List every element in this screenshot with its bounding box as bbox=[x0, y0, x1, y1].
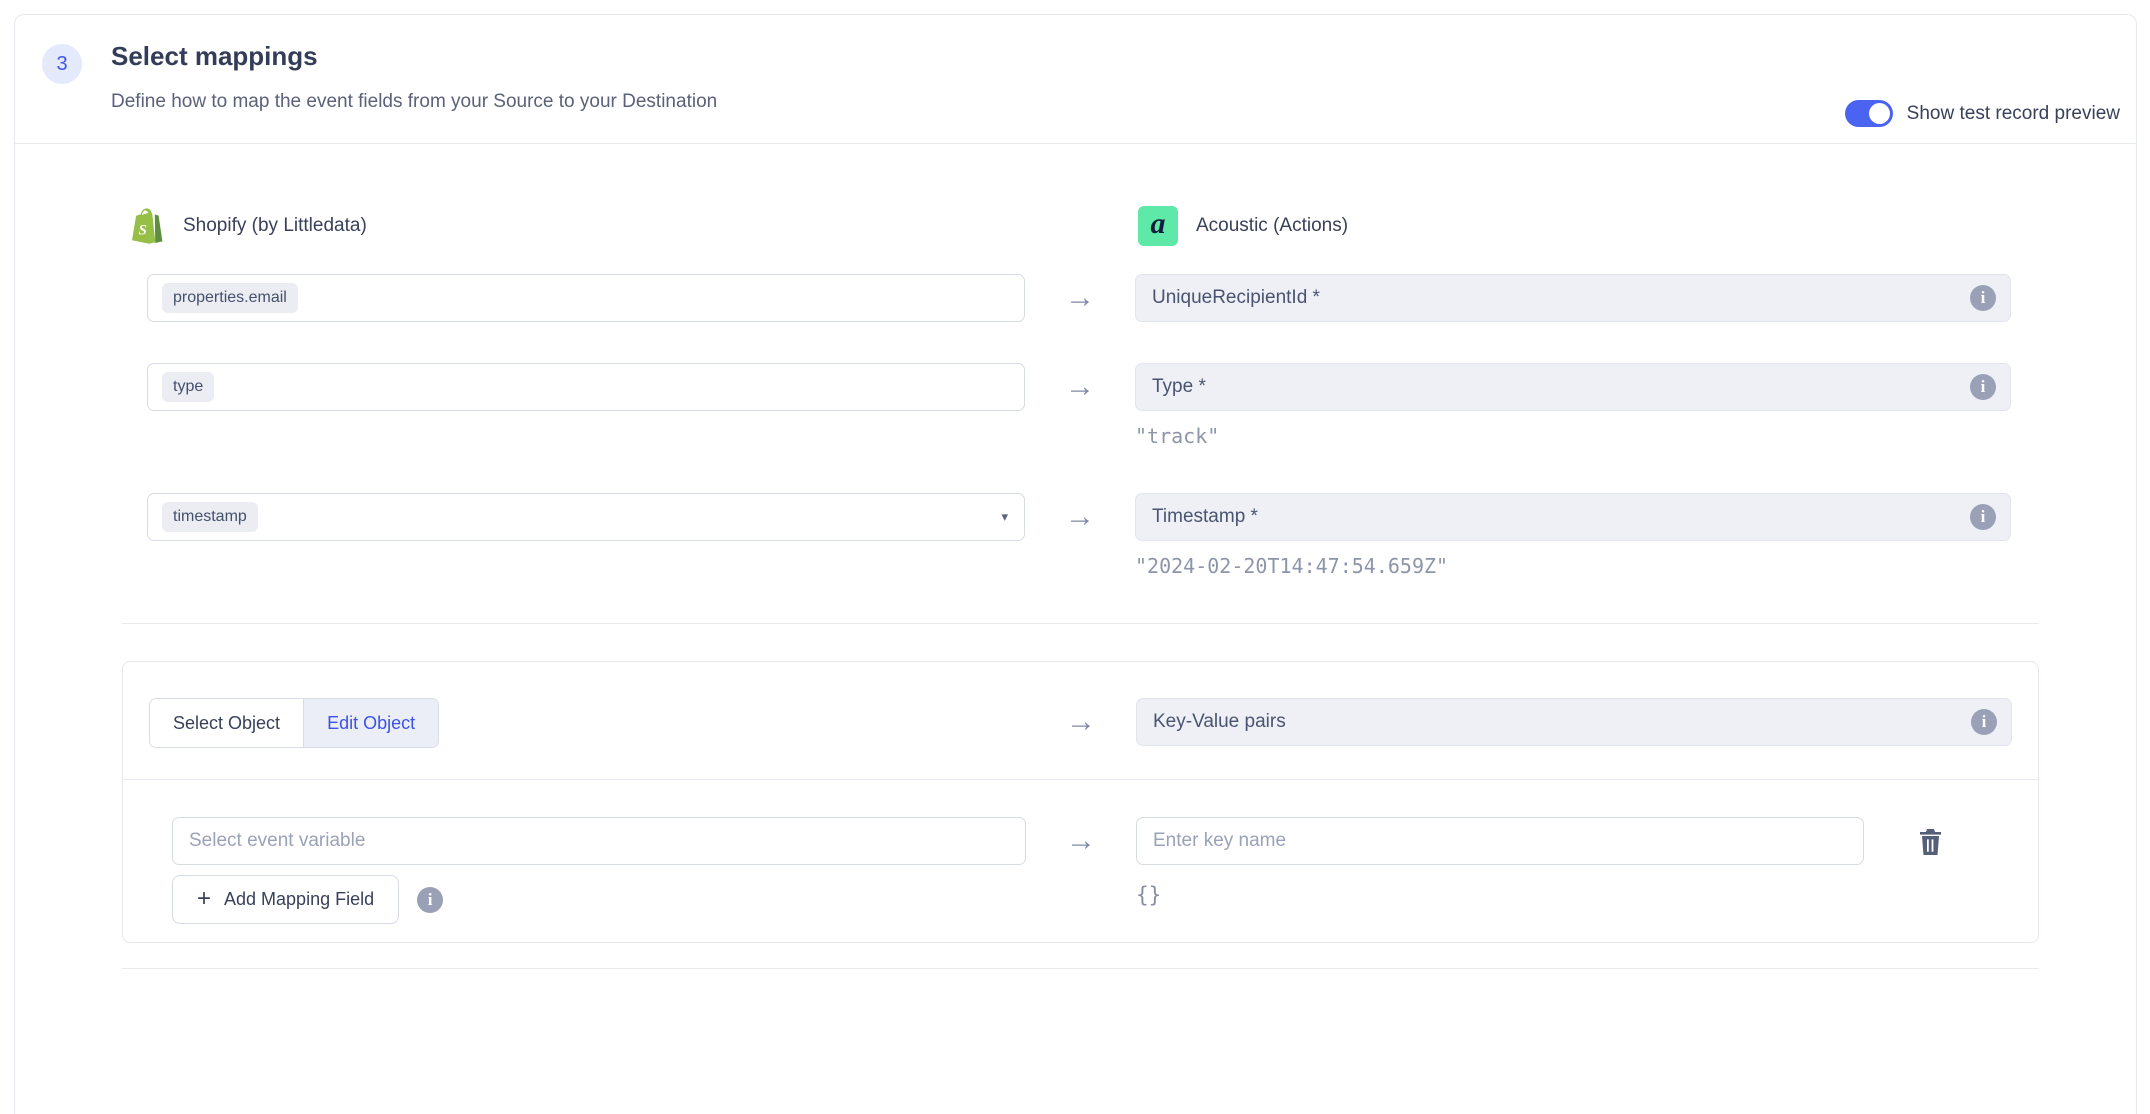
source-field-input[interactable]: properties.email bbox=[147, 274, 1025, 322]
source-name: Shopify (by Littledata) bbox=[183, 215, 367, 237]
info-icon[interactable]: i bbox=[1970, 285, 1996, 311]
show-test-record-preview-toggle[interactable] bbox=[1845, 100, 1893, 127]
object-mapping-card: Select Object Edit Object → Key-Value pa… bbox=[122, 661, 2039, 943]
arrow-right-icon: → bbox=[1066, 705, 1096, 738]
test-record-preview-control: Show test record preview bbox=[1845, 100, 2120, 127]
object-mode-tab-group: Select Object Edit Object bbox=[149, 698, 439, 748]
bottom-divider bbox=[122, 968, 2039, 969]
tab-edit-object[interactable]: Edit Object bbox=[303, 699, 438, 747]
page-title: Select mappings bbox=[111, 41, 318, 72]
destination-field-label: Key-Value pairs bbox=[1153, 711, 1286, 733]
source-field-chip[interactable]: timestamp bbox=[162, 502, 258, 532]
toggle-label: Show test record preview bbox=[1907, 103, 2120, 125]
step-number-badge: 3 bbox=[42, 44, 82, 84]
chevron-down-icon[interactable]: ▾ bbox=[1001, 509, 1008, 525]
connector-headers: S Shopify (by Littledata) a Acoustic (Ac… bbox=[125, 206, 2136, 246]
key-name-input[interactable] bbox=[1136, 817, 1864, 865]
trash-icon bbox=[1918, 828, 1943, 855]
test-record-preview-value: "2024-02-20T14:47:54.659Z" bbox=[1135, 554, 2011, 578]
test-record-preview-value: "track" bbox=[1135, 424, 2011, 448]
svg-text:S: S bbox=[139, 223, 147, 239]
delete-row-button[interactable] bbox=[1918, 817, 1943, 865]
add-mapping-field-label: Add Mapping Field bbox=[224, 889, 374, 910]
destination-field: Key-Value pairs i bbox=[1136, 698, 2012, 746]
destination-field-label: UniqueRecipientId * bbox=[1152, 287, 1320, 309]
info-icon[interactable]: i bbox=[1970, 374, 1996, 400]
info-icon[interactable]: i bbox=[1971, 709, 1997, 735]
mappings-body: S Shopify (by Littledata) a Acoustic (Ac… bbox=[15, 144, 2136, 969]
source-field-chip[interactable]: properties.email bbox=[162, 283, 298, 313]
info-icon[interactable]: i bbox=[417, 887, 443, 913]
destination-name: Acoustic (Actions) bbox=[1196, 215, 1348, 237]
info-icon[interactable]: i bbox=[1970, 504, 1996, 530]
destination-field-label: Timestamp * bbox=[1152, 506, 1258, 528]
destination-header: a Acoustic (Actions) bbox=[1138, 206, 1348, 246]
arrow-right-icon: → bbox=[1065, 281, 1095, 314]
source-header: S Shopify (by Littledata) bbox=[125, 206, 1138, 246]
source-field-dropdown[interactable]: timestamp ▾ bbox=[147, 493, 1025, 541]
add-mapping-field-button[interactable]: + Add Mapping Field bbox=[172, 875, 399, 924]
destination-field: Timestamp * i bbox=[1135, 493, 2011, 541]
arrow-right-icon: → bbox=[1065, 370, 1095, 403]
step-header: 3 Select mappings Define how to map the … bbox=[15, 15, 2136, 144]
source-field-input[interactable]: type bbox=[147, 363, 1025, 411]
page-subtitle: Define how to map the event fields from … bbox=[111, 91, 717, 113]
toggle-knob-icon bbox=[1869, 103, 1890, 124]
destination-field: UniqueRecipientId * i bbox=[1135, 274, 2011, 322]
shopify-icon: S bbox=[125, 206, 165, 246]
plus-icon: + bbox=[197, 887, 211, 911]
select-mappings-card: 3 Select mappings Define how to map the … bbox=[14, 14, 2137, 1114]
arrow-right-icon: → bbox=[1065, 500, 1095, 533]
key-value-preview: {} bbox=[1136, 883, 2012, 907]
acoustic-icon: a bbox=[1138, 206, 1178, 246]
mapping-row: timestamp ▾ → Timestamp * i "2024-02-20T… bbox=[147, 493, 2136, 578]
tab-select-object[interactable]: Select Object bbox=[150, 699, 303, 747]
arrow-right-icon: → bbox=[1066, 824, 1096, 857]
destination-field: Type * i bbox=[1135, 363, 2011, 411]
source-field-chip[interactable]: type bbox=[162, 372, 214, 402]
mapping-row: properties.email → UniqueRecipientId * i bbox=[147, 274, 2136, 322]
mapping-row: type → Type * i "track" bbox=[147, 363, 2136, 448]
destination-field-label: Type * bbox=[1152, 376, 1206, 398]
event-variable-input[interactable] bbox=[172, 817, 1026, 865]
section-divider bbox=[122, 623, 2039, 624]
